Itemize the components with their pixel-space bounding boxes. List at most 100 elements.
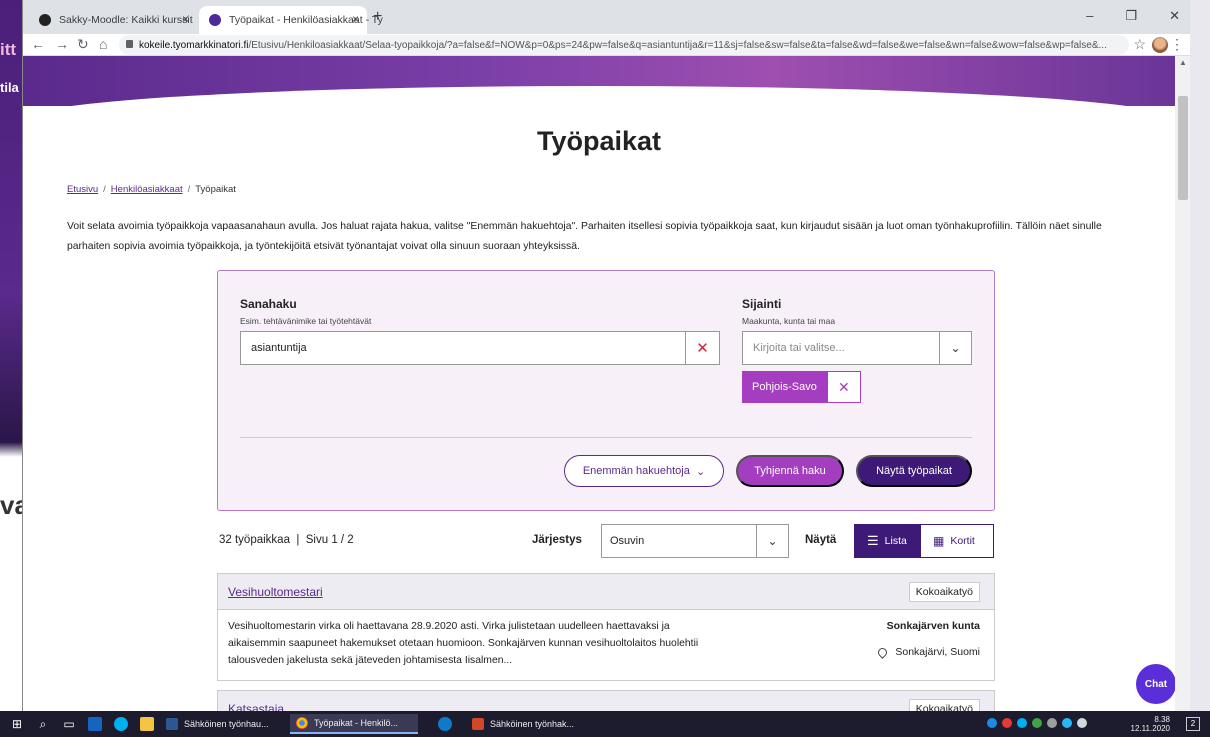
location-label: Sijainti (742, 297, 782, 311)
window-controls: – ❐ ✕ (1086, 8, 1180, 24)
clear-search-button[interactable]: Tyhjennä haku (736, 455, 844, 487)
more-filters-button[interactable]: Enemmän hakuehtoja ⌄ (564, 455, 724, 487)
browser-window: Sakky-Moodle: Kaikki kurssit × Työpaikat… (22, 0, 1190, 711)
web-page: Työpaikat Etusivu / Henkilöasiakkaat / Työpa… (23, 56, 1175, 711)
job-description: Vesihuoltomestarin virka oli haettavana … (228, 621, 699, 666)
search-panel: Sanahaku Esim. tehtävänimike tai työteht… (217, 270, 995, 511)
back-button[interactable]: ← (31, 36, 45, 52)
page-scrollbar[interactable]: ▲ (1175, 56, 1190, 711)
job-location: Sonkajärvi, Suomi (876, 645, 980, 659)
breadcrumb-separator: / (187, 184, 191, 195)
chevron-down-icon: ⌄ (695, 465, 706, 478)
sort-label: Järjestys (532, 534, 582, 546)
tab-title: Työpaikat - Henkilöasiakkaat - Ty (229, 14, 383, 26)
background-window-right (1190, 0, 1210, 711)
address-bar[interactable]: kokeile.tyomarkkinatori.fi/Etusivu/Henki… (119, 35, 1129, 55)
sort-value: Osuvin (610, 535, 645, 547)
new-tab-button[interactable]: + (373, 8, 382, 26)
show-jobs-button[interactable]: Näytä työpaikat (856, 455, 972, 487)
job-title-link[interactable]: Vesihuoltomestari (228, 585, 323, 599)
divider (240, 437, 972, 438)
job-card: Vesihuoltomestari Kokoaikatyö Vesihuolto… (217, 573, 995, 681)
grid-icon: ▦ (933, 534, 945, 548)
chat-button[interactable]: Chat (1136, 664, 1175, 704)
edge-icon[interactable] (438, 717, 452, 731)
job-title-link[interactable]: Katsastaja (228, 702, 284, 711)
clock-time: 8.38 (1154, 715, 1170, 724)
browser-toolbar: ← → ↻ ⌂ kokeile.tyomarkkinatori.fi/Etusi… (23, 34, 1190, 56)
page-title: Työpaikat (536, 126, 662, 156)
breadcrumb-section-link[interactable]: Henkilöasiakkaat (111, 184, 183, 195)
clock[interactable]: 8.38 12.11.2020 (1131, 715, 1170, 733)
chevron-down-icon[interactable]: ⌄ (756, 525, 788, 557)
wifi-icon[interactable] (1047, 718, 1057, 728)
intro-text: Voit selata avoimia työpaikkoja vapaasan… (67, 221, 1102, 252)
tab-close-icon[interactable]: × (182, 12, 189, 26)
close-window-button[interactable]: ✕ (1169, 8, 1180, 24)
location-help: Maakunta, kunta tai maa (742, 316, 836, 326)
taskbar-word-item[interactable]: Sähköinen työnhau... (160, 714, 288, 734)
task-view-icon[interactable]: ▭ (62, 717, 76, 731)
chevron-down-icon[interactable]: ⌄ (939, 332, 971, 364)
tyomarkkinatori-favicon-icon (209, 14, 221, 26)
taskbar-powerpoint-item[interactable]: Sähköinen työnhak... (466, 714, 594, 734)
hero-banner (23, 56, 1175, 126)
bluetooth-icon[interactable] (987, 718, 997, 728)
background-text-fragment: va (0, 490, 22, 520)
forward-button[interactable]: → (55, 36, 69, 52)
windows-start-icon[interactable]: ⊞ (10, 717, 24, 731)
bookmark-star-icon[interactable]: ☆ (1133, 36, 1146, 53)
location-placeholder: Kirjoita tai valitse... (753, 342, 845, 354)
security-icon[interactable] (1032, 718, 1042, 728)
tab-tyopaikat[interactable]: Työpaikat - Henkilöasiakkaat - Ty × (199, 6, 383, 34)
tray-app-icon[interactable] (1002, 718, 1012, 728)
scroll-up-icon[interactable]: ▲ (1179, 58, 1187, 67)
browser-menu-icon[interactable]: ⋮ (1170, 36, 1184, 53)
powerpoint-icon (472, 718, 484, 730)
profile-avatar[interactable] (1152, 37, 1168, 53)
view-label: Näytä (805, 534, 837, 546)
tab-moodle[interactable]: Sakky-Moodle: Kaikki kurssit × (29, 6, 197, 34)
file-explorer-icon[interactable] (140, 717, 154, 731)
job-employer: Sonkajärven kunta (886, 620, 980, 632)
background-window: itt tila va (0, 0, 22, 737)
breadcrumb-home-link[interactable]: Etusivu (67, 184, 98, 195)
location-chip-label: Pohjois-Savo (742, 371, 827, 403)
volume-icon[interactable] (1077, 718, 1087, 728)
job-card: Katsastaja Kokoaikatyö (217, 690, 995, 711)
clock-date: 12.11.2020 (1130, 724, 1170, 733)
breadcrumb-current: Työpaikat (195, 184, 236, 195)
cards-view-button[interactable]: ▦ Kortit (920, 524, 994, 558)
list-view-button[interactable]: ☰ Lista (854, 524, 921, 558)
home-button[interactable]: ⌂ (99, 36, 107, 52)
outlook-icon[interactable] (88, 717, 102, 731)
job-type-badge: Kokoaikatyö (908, 699, 980, 711)
keyword-help: Esim. tehtävänimike tai työtehtävät (240, 316, 372, 326)
reload-button[interactable]: ↻ (77, 36, 89, 53)
keyword-input[interactable]: asiantuntija ✕ (240, 331, 720, 365)
maximize-button[interactable]: ❐ (1125, 8, 1137, 24)
sort-select[interactable]: Osuvin ⌄ (601, 524, 789, 558)
taskbar-chrome-item[interactable]: Työpaikat - Henkilö... (290, 714, 418, 734)
minimize-button[interactable]: – (1086, 8, 1093, 24)
results-header: 32 työpaikkaa | Sivu 1 / 2 Järjestys Osu… (217, 524, 995, 558)
tab-close-icon[interactable]: × (352, 12, 359, 26)
clear-keyword-icon[interactable]: ✕ (685, 332, 719, 364)
moodle-favicon-icon (39, 14, 51, 26)
scrollbar-thumb[interactable] (1178, 96, 1188, 200)
location-input[interactable]: Kirjoita tai valitse... ⌄ (742, 331, 972, 365)
breadcrumb: Etusivu / Henkilöasiakkaat / Työpaikat (67, 184, 236, 195)
search-icon[interactable]: ⌕ (36, 717, 50, 731)
background-text-fragment: tila (0, 80, 19, 95)
keyword-label: Sanahaku (240, 297, 297, 311)
skype-icon[interactable] (114, 717, 128, 731)
word-icon (166, 718, 178, 730)
notifications-icon[interactable]: 2 (1186, 717, 1200, 731)
tab-title: Sakky-Moodle: Kaikki kurssit (59, 14, 193, 26)
location-pin-icon (876, 645, 890, 659)
url-text: kokeile.tyomarkkinatori.fi/Etusivu/Henki… (139, 39, 1107, 51)
onedrive-icon[interactable] (1062, 718, 1072, 728)
background-text-fragment: itt (0, 40, 17, 59)
skype-tray-icon[interactable] (1017, 718, 1027, 728)
remove-location-icon[interactable]: ✕ (826, 371, 861, 403)
